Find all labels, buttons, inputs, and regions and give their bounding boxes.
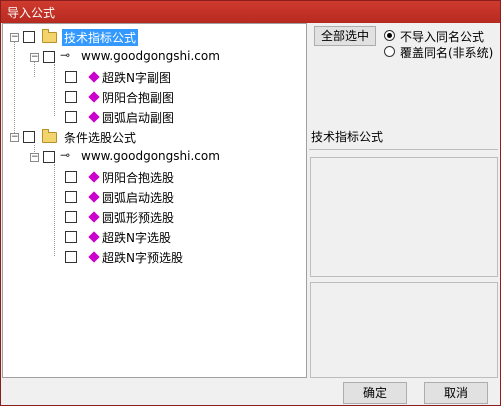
item-checkbox[interactable] — [65, 211, 77, 223]
formula-icon — [88, 91, 100, 103]
item-checkbox[interactable] — [65, 171, 77, 183]
group-checkbox[interactable] — [23, 131, 35, 143]
collapse-toggle[interactable]: − — [30, 53, 39, 62]
radio-skip-label: 不导入同名公式 — [400, 30, 485, 44]
key-icon: ⊸ — [60, 148, 71, 162]
formula-icon — [88, 231, 100, 243]
title-bar[interactable]: 导入公式 — [1, 1, 500, 23]
group-label: 技术指标公式 — [62, 29, 139, 46]
item-checkbox[interactable] — [65, 251, 77, 263]
item-checkbox[interactable] — [65, 231, 77, 243]
item-checkbox[interactable] — [65, 71, 77, 83]
select-all-button[interactable]: 全部选中 — [314, 26, 376, 46]
collapse-toggle[interactable]: − — [10, 33, 19, 42]
tree-item[interactable]: 阴阳合抱选股 — [3, 168, 303, 186]
tree-item[interactable]: 阴阳合抱副图 — [3, 88, 303, 106]
item-label: 超跌N字副图 — [102, 71, 171, 85]
info-panel-lower — [310, 282, 498, 378]
item-label: 阴阳合抱副图 — [102, 91, 175, 105]
group-checkbox[interactable] — [23, 31, 35, 43]
item-label: 圆弧启动副图 — [102, 111, 175, 125]
site-label: www.goodgongshi.com — [81, 149, 220, 163]
divider — [309, 149, 498, 150]
item-label: 圆弧形预选股 — [102, 211, 175, 225]
item-label: 超跌N字预选股 — [102, 251, 183, 265]
info-panel-upper — [310, 157, 498, 277]
formula-icon — [88, 191, 100, 203]
tree-item[interactable]: 圆弧启动副图 — [3, 108, 303, 126]
tree-item[interactable]: 圆弧形预选股 — [3, 208, 303, 226]
radio-skip-duplicates[interactable] — [384, 30, 395, 41]
tree-item[interactable]: 圆弧启动选股 — [3, 188, 303, 206]
key-icon: ⊸ — [60, 48, 71, 62]
cancel-button[interactable]: 取消 — [424, 382, 488, 404]
radio-overwrite-label: 覆盖同名(非系统) — [400, 46, 494, 60]
site-label: www.goodgongshi.com — [81, 49, 220, 63]
tree-item[interactable]: 超跌N字选股 — [3, 228, 303, 246]
collapse-toggle[interactable]: − — [10, 133, 19, 142]
folder-icon — [42, 129, 57, 143]
tree-site-node[interactable]: − ⊸ www.goodgongshi.com — [3, 148, 303, 166]
tree-group-indicators[interactable]: − 技术指标公式 — [3, 28, 303, 46]
tree-item[interactable]: 超跌N字副图 — [3, 68, 303, 86]
collapse-toggle[interactable]: − — [30, 153, 39, 162]
formula-icon — [88, 171, 100, 183]
site-checkbox[interactable] — [43, 151, 55, 163]
formula-tree[interactable]: − 技术指标公式 − ⊸ www.goodgongshi.com 超跌N字副图 … — [2, 23, 307, 378]
site-checkbox[interactable] — [43, 51, 55, 63]
ok-button[interactable]: 确定 — [343, 382, 407, 404]
tree-group-screening[interactable]: − 条件选股公式 — [3, 128, 303, 146]
formula-icon — [88, 211, 100, 223]
item-checkbox[interactable] — [65, 191, 77, 203]
item-checkbox[interactable] — [65, 91, 77, 103]
formula-icon — [88, 251, 100, 263]
tree-item[interactable]: 超跌N字预选股 — [3, 248, 303, 266]
window-title: 导入公式 — [7, 6, 56, 20]
item-label: 超跌N字选股 — [102, 231, 171, 245]
item-label: 阴阳合抱选股 — [102, 171, 175, 185]
import-formula-dialog: 导入公式 − 技术指标公式 − ⊸ www.goodgongshi.com 超跌… — [0, 0, 501, 406]
item-checkbox[interactable] — [65, 111, 77, 123]
formula-icon — [88, 111, 100, 123]
item-label: 圆弧启动选股 — [102, 191, 175, 205]
formula-icon — [88, 71, 100, 83]
tree-site-node[interactable]: − ⊸ www.goodgongshi.com — [3, 48, 303, 66]
info-section-title: 技术指标公式 — [311, 130, 384, 144]
radio-overwrite-duplicates[interactable] — [384, 46, 395, 57]
group-label: 条件选股公式 — [64, 131, 137, 145]
folder-icon — [42, 29, 57, 43]
